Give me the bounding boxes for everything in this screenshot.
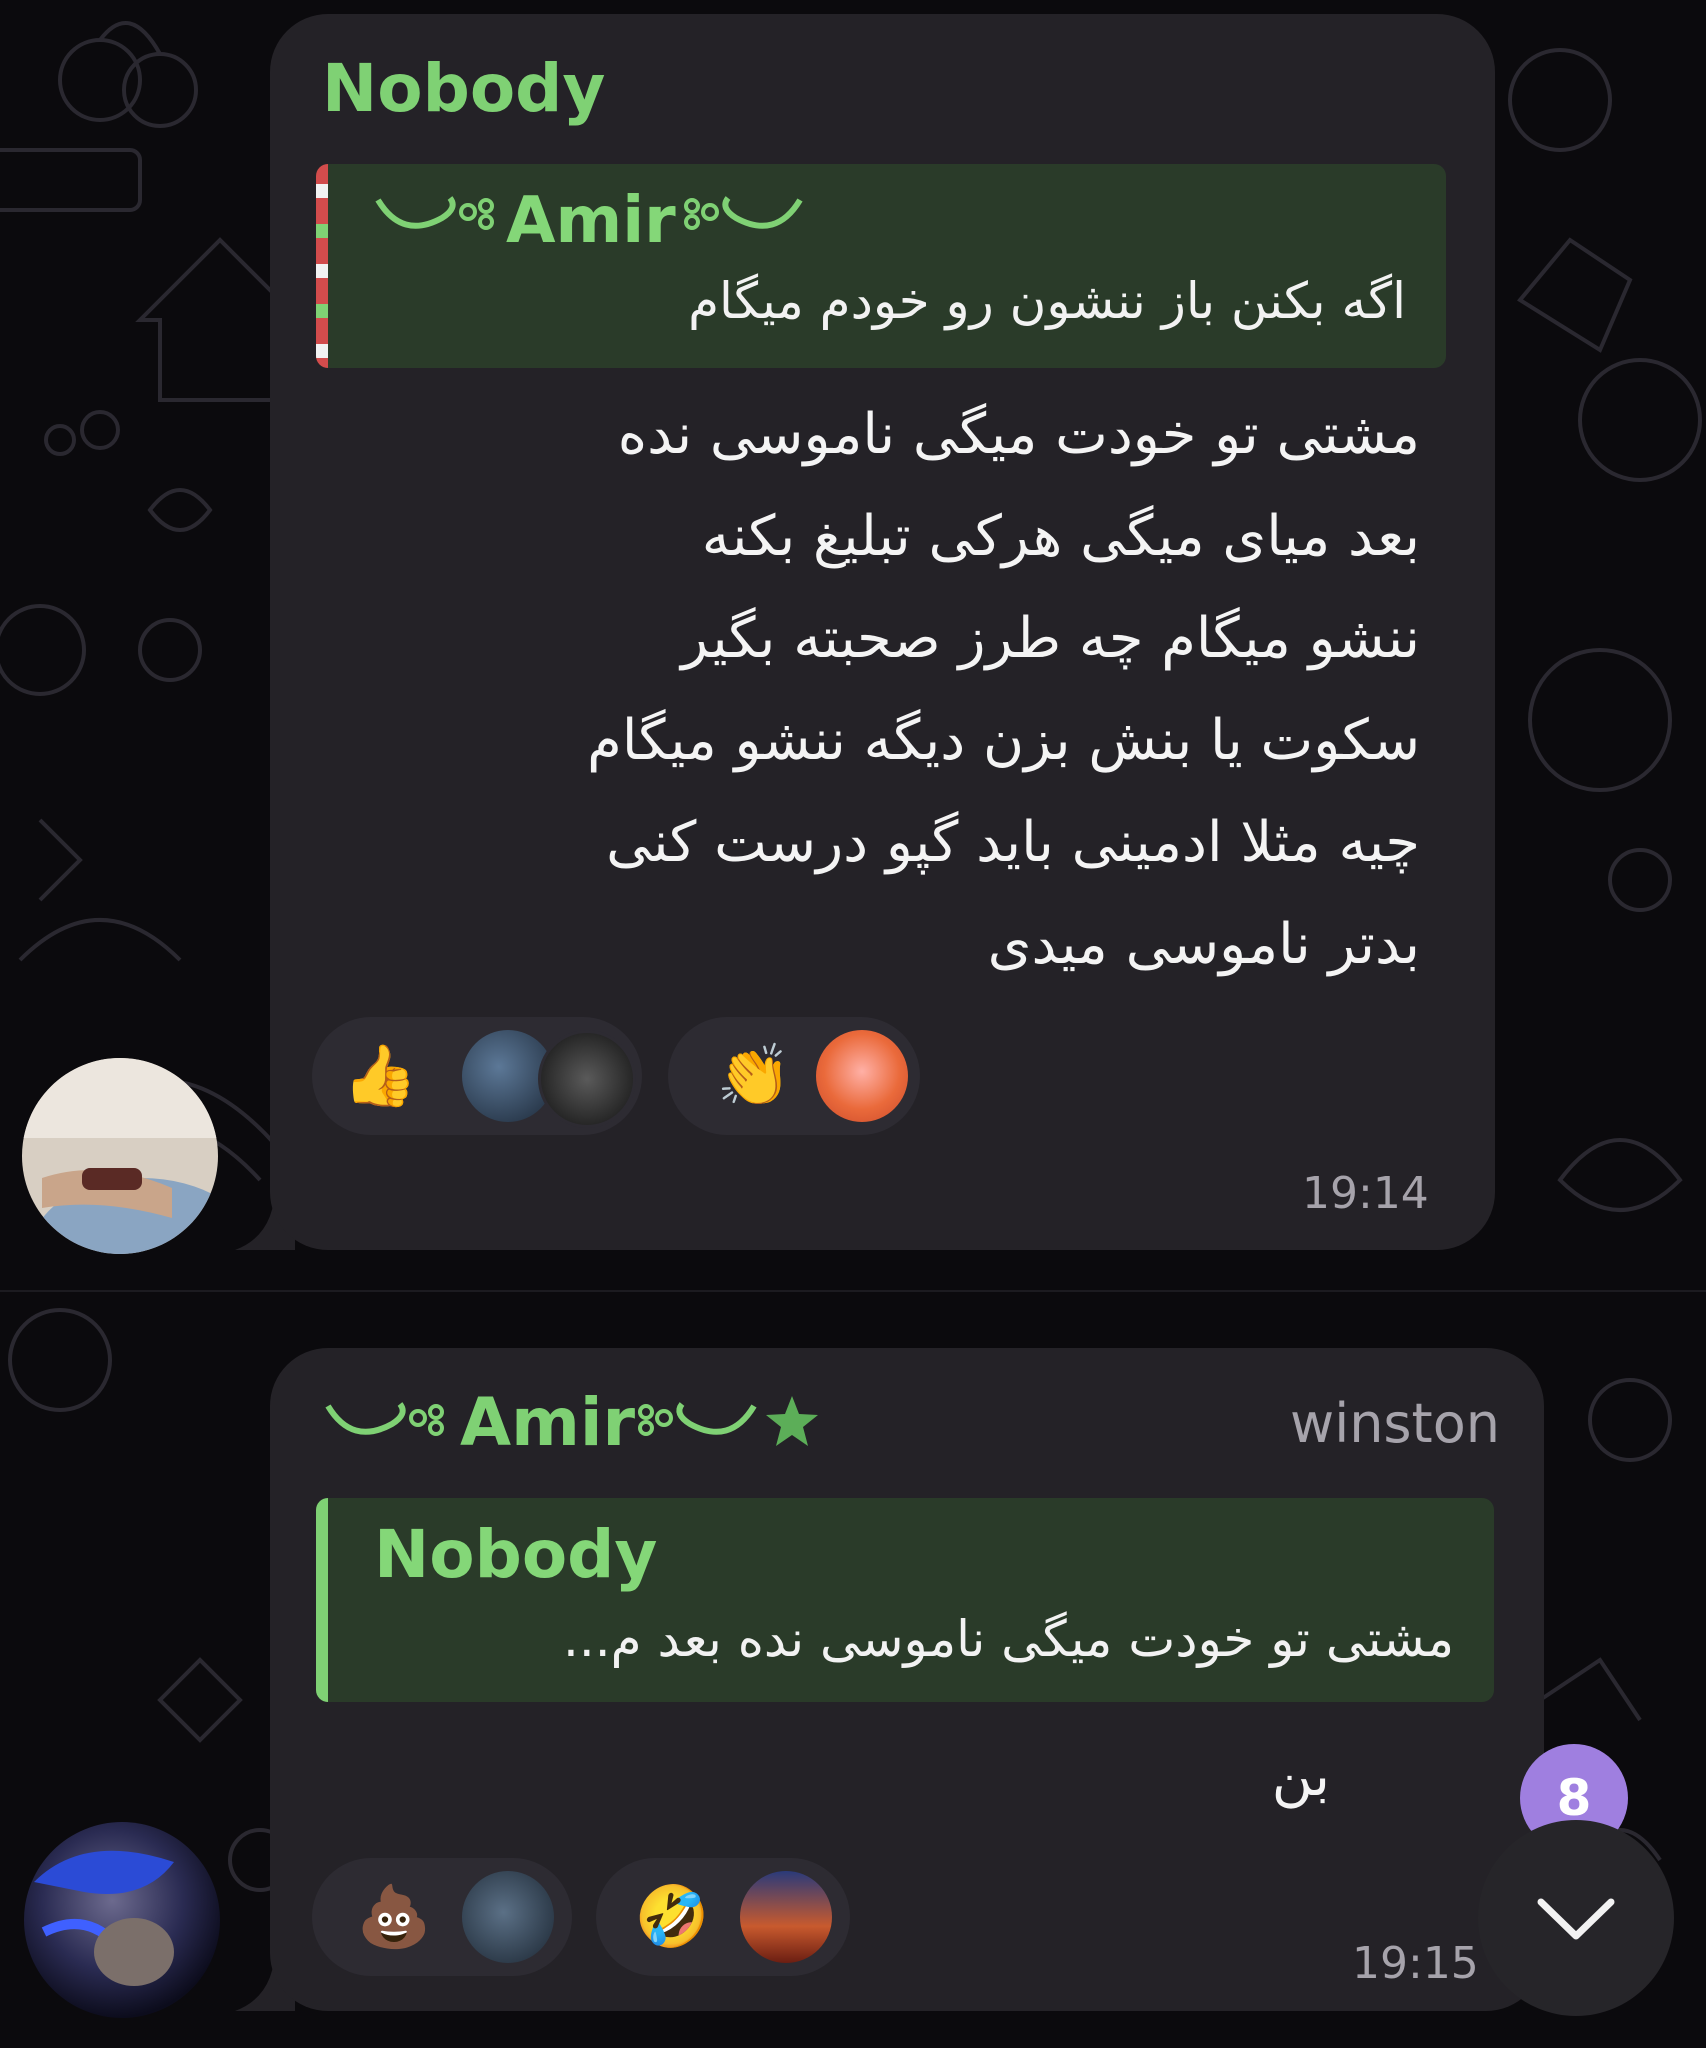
reaction-rolling-laughing[interactable]: 🤣 — [596, 1858, 850, 1976]
reactor-avatar — [538, 1030, 636, 1128]
chevron-down-icon — [1537, 1898, 1615, 1940]
admin-title: winston — [1290, 1392, 1500, 1455]
message-line: مشتی تو خودت میگی ناموسی نده — [617, 402, 1420, 467]
reaction-thumbs-up[interactable]: 👍 — [312, 1017, 642, 1135]
reaction-clapping[interactable]: 👏 — [668, 1017, 920, 1135]
message-line: سکوت یا بنش بزن دیگه ننشو میگام — [587, 708, 1420, 773]
sender-avatar[interactable] — [24, 1822, 220, 2018]
avatar-photo — [22, 1058, 218, 1254]
reaction-poo[interactable]: 💩 — [312, 1858, 572, 1976]
reply-author: Amir — [506, 184, 676, 258]
message-time: 19:14 — [1302, 1168, 1429, 1219]
name-ornament-left-icon — [325, 1402, 444, 1436]
reply-text: مشتی تو خودت میگی ناموسی نده بعد م... — [563, 1610, 1454, 1668]
reply-quote[interactable]: Amir اگه بکنن باز ننشون رو خودم میگام — [316, 164, 1446, 368]
sender-name[interactable]: Nobody — [322, 50, 605, 127]
reply-quote-bar — [316, 1498, 328, 1702]
reply-text: اگه بکنن باز ننشون رو خودم میگام — [688, 272, 1406, 330]
reply-quote[interactable]: Nobody مشتی تو خودت میگی ناموسی نده بعد … — [316, 1498, 1494, 1702]
scroll-to-bottom-button[interactable] — [1478, 1820, 1674, 2016]
message-text: بن — [1272, 1726, 1330, 1828]
clapping-hands-icon: 👏 — [716, 1041, 792, 1111]
message-line: چیه مثلا ادمینی باید گپو درست کنی — [606, 810, 1420, 875]
message-time: 19:15 — [1352, 1938, 1479, 1989]
avatar-photo — [24, 1822, 220, 2018]
reply-quote-bar — [316, 164, 328, 368]
premium-star-icon — [766, 1396, 818, 1446]
message-line: ننشو میگام چه طرز صحبته بگیر — [681, 606, 1420, 671]
pile-of-poo-icon: 💩 — [356, 1882, 432, 1952]
thumbs-up-icon: 👍 — [342, 1041, 418, 1111]
name-ornament-right-icon — [684, 196, 803, 230]
sender-name[interactable]: Amir — [460, 1384, 635, 1461]
message-text: مشتی تو خودت میگی ناموسی نده بعد میای می… — [310, 384, 1420, 996]
sender-avatar[interactable] — [22, 1058, 218, 1254]
name-ornament-right-icon — [638, 1402, 757, 1436]
name-ornament-left-icon — [375, 196, 494, 230]
reactor-avatar — [462, 1871, 554, 1963]
reactor-avatar — [740, 1871, 832, 1963]
message-line: بن — [1271, 1744, 1330, 1809]
reactor-avatar — [816, 1030, 908, 1122]
message-line: بعد میای میگی هرکی تبلیغ بکنه — [701, 504, 1420, 569]
reply-author: Nobody — [374, 1516, 658, 1593]
message-line: بدتر ناموسی میدی — [987, 912, 1420, 977]
rolling-laughing-icon: 🤣 — [634, 1882, 710, 1952]
message-group-divider — [0, 1290, 1706, 1292]
